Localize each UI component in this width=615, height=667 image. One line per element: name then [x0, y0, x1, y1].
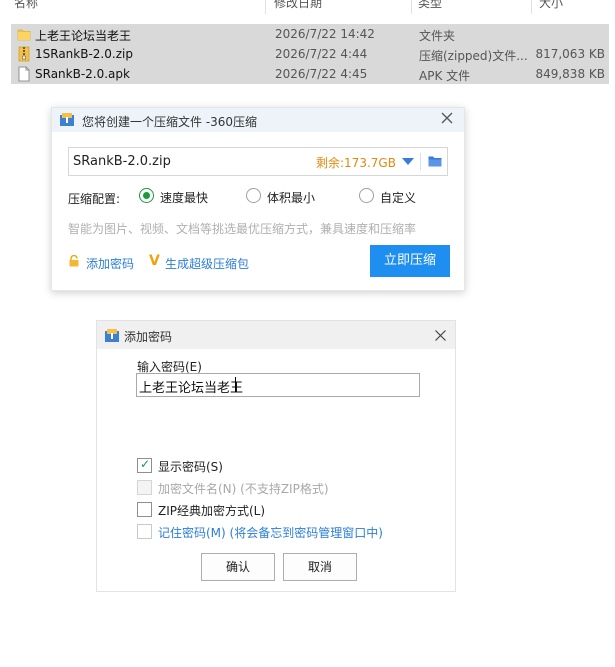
file-name: 1SRankB-2.0.zip	[35, 47, 133, 61]
compress-now-button[interactable]: 立即压缩	[370, 245, 450, 277]
cancel-button[interactable]: 取消	[283, 553, 357, 581]
checkbox-label: 加密文件名(N) (不支持ZIP格式)	[158, 482, 329, 496]
password-value[interactable]: 上老王论坛当老王	[139, 377, 243, 396]
password-dialog-titlebar[interactable]: 添加密码	[97, 321, 455, 349]
file-row-folder[interactable]: 上老王论坛当老王 2026/7/22 14:42 文件夹	[11, 24, 609, 44]
compress-dialog: 您将创建一个压缩文件 -360压缩 SRankB-2.0.zip 剩余:173.…	[51, 107, 465, 291]
password-input[interactable]: 上老王论坛当老王	[136, 373, 420, 397]
360zip-app-icon	[105, 329, 119, 342]
option-label[interactable]: 自定义	[380, 189, 416, 206]
column-header-date[interactable]: 修改日期	[274, 0, 322, 11]
compress-dialog-title: 您将创建一个压缩文件 -360压缩	[82, 115, 258, 129]
add-password-dialog: 添加密码 输入密码(E) 上老王论坛当老王 ✓ 显示密码(S) 加密文件名(N)…	[96, 320, 456, 592]
option-label[interactable]: 体积最小	[267, 189, 315, 206]
compress-description: 智能为图片、视频、文档等挑选最优压缩方式，兼具速度和压缩率	[68, 222, 417, 236]
360zip-app-icon	[60, 113, 74, 126]
checkbox-box[interactable]: ✓	[137, 457, 152, 473]
folder-browse-icon[interactable]	[428, 155, 442, 167]
column-divider[interactable]	[531, 0, 532, 14]
divider	[420, 153, 421, 170]
file-date: 2026/7/22 4:45	[275, 67, 368, 81]
checkbox-label[interactable]: 显示密码(S)	[158, 458, 223, 475]
file-type: APK 文件	[419, 69, 471, 83]
super-package-label[interactable]: 生成超级压缩包	[165, 255, 249, 272]
vip-icon: V	[149, 253, 160, 269]
text-caret	[235, 377, 236, 392]
folder-icon	[17, 29, 31, 41]
chevron-down-icon[interactable]	[402, 158, 414, 165]
radio-indicator[interactable]	[139, 188, 154, 203]
compress-dialog-titlebar[interactable]: 您将创建一个压缩文件 -360压缩	[52, 108, 464, 132]
file-date: 2026/7/22 14:42	[275, 27, 375, 41]
compress-config-label: 压缩配置:	[68, 192, 121, 206]
file-size: 817,063 KB	[535, 47, 605, 61]
checkbox-box	[137, 480, 152, 495]
checkbox-box[interactable]	[137, 502, 152, 517]
close-icon[interactable]	[440, 111, 454, 125]
column-divider[interactable]	[411, 0, 412, 14]
free-space-label: 剩余:173.7GB	[316, 156, 396, 170]
archive-name-field[interactable]: SRankB-2.0.zip 剩余:173.7GB	[68, 147, 448, 176]
add-password-label[interactable]: 添加密码	[86, 255, 134, 272]
file-row-zip[interactable]: 1SRankB-2.0.zip 2026/7/22 4:44 压缩(zipped…	[11, 44, 609, 64]
password-dialog-title: 添加密码	[124, 330, 173, 344]
column-header-size[interactable]: 大小	[539, 0, 563, 11]
file-type: 文件夹	[419, 29, 456, 43]
checkmark-icon: ✓	[140, 457, 151, 471]
file-name: SRankB-2.0.apk	[35, 67, 130, 81]
file-type: 压缩(zipped)文件...	[419, 49, 528, 63]
ok-button[interactable]: 确认	[201, 553, 275, 581]
file-name: 上老王论坛当老王	[35, 29, 132, 43]
zip-file-icon	[18, 46, 30, 62]
lock-icon	[69, 255, 79, 267]
close-icon[interactable]	[434, 329, 447, 342]
file-list: 名称 修改日期 类型 大小 上老王论坛当老王 2026/7/22 14:42 文…	[0, 0, 615, 92]
column-header-type[interactable]: 类型	[418, 0, 442, 11]
radio-indicator[interactable]	[359, 188, 374, 203]
file-row-apk[interactable]: SRankB-2.0.apk 2026/7/22 4:45 APK 文件 849…	[11, 64, 609, 84]
option-label[interactable]: 速度最快	[160, 189, 208, 206]
radio-indicator[interactable]	[246, 188, 261, 203]
file-date: 2026/7/22 4:44	[275, 47, 368, 61]
checkbox-label[interactable]: ZIP经典加密方式(L)	[158, 502, 265, 519]
column-divider[interactable]	[265, 0, 266, 14]
file-size: 849,838 KB	[535, 67, 605, 81]
archive-filename[interactable]: SRankB-2.0.zip	[73, 154, 171, 169]
checkbox-label[interactable]: 记住密码(M) (将会备忘到密码管理窗口中)	[158, 524, 383, 541]
checkbox-box[interactable]	[137, 524, 152, 539]
file-icon	[18, 66, 30, 82]
column-header-name[interactable]: 名称	[14, 0, 38, 11]
file-list-header: 名称 修改日期 类型 大小	[0, 0, 615, 18]
